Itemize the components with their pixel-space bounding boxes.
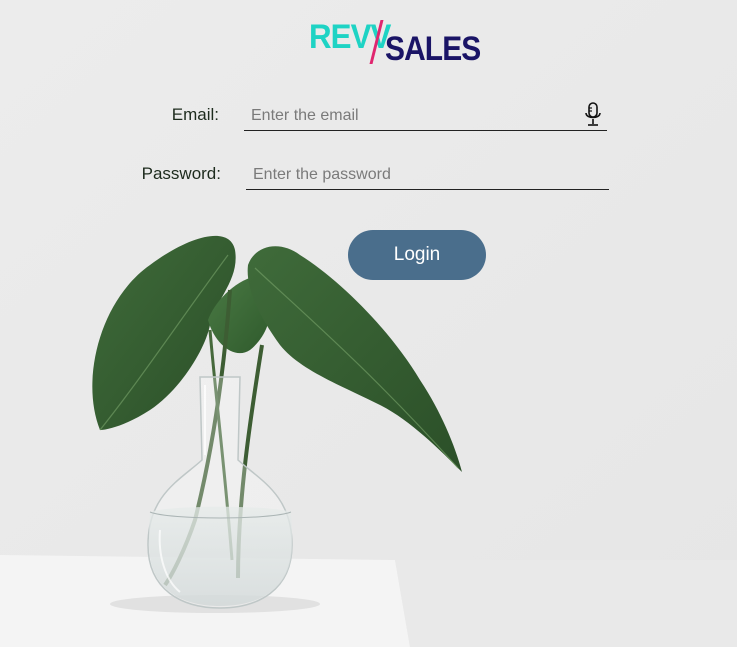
password-field-container xyxy=(246,160,609,190)
microphone-icon[interactable] xyxy=(583,102,603,128)
logo-sales-text: SALES xyxy=(385,30,481,68)
email-label: Email: xyxy=(171,105,219,124)
email-input[interactable] xyxy=(244,101,607,130)
plant-vase-background xyxy=(0,0,737,647)
password-label: Password: xyxy=(141,164,221,183)
password-input[interactable] xyxy=(246,160,609,189)
login-button[interactable]: Login xyxy=(348,230,486,280)
revv-sales-logo: REVV SALES xyxy=(309,18,481,70)
email-field-container xyxy=(244,101,607,131)
